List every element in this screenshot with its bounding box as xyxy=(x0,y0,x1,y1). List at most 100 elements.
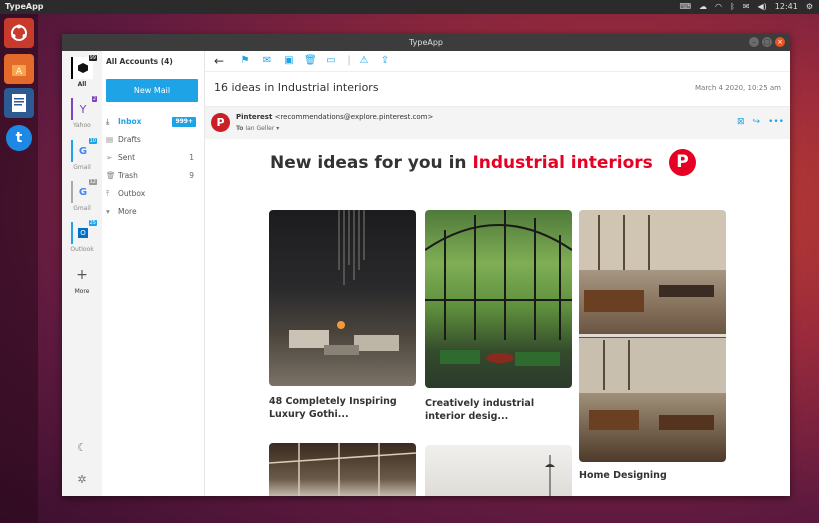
account-label: Gmail xyxy=(73,205,91,212)
sender-email: <recommendations@explore.pinterest.com> xyxy=(274,113,434,121)
headline-highlight-link[interactable]: Industrial interiors xyxy=(472,153,652,173)
message-date: March 4 2020, 10:25 am xyxy=(694,84,781,92)
outbox-icon: ⤒ xyxy=(106,189,110,198)
mail-icon[interactable]: ✉ xyxy=(743,0,750,14)
flag-icon[interactable]: ⚑ xyxy=(239,55,251,67)
account-badge: 99 xyxy=(88,55,97,61)
account-label: All xyxy=(77,81,87,88)
more-options-icon[interactable]: ••• xyxy=(768,117,784,127)
sender-line: Pinterest <recommendations@explore.pinte… xyxy=(236,113,433,121)
email-body: New ideas for you in Industrial interior… xyxy=(205,139,790,496)
minimize-button[interactable]: – xyxy=(749,37,759,47)
software-center-icon[interactable]: A xyxy=(4,54,34,84)
folder-label: Trash xyxy=(118,171,138,180)
folder-drafts[interactable]: ▤ Drafts xyxy=(106,132,198,148)
sent-icon: ➢ xyxy=(106,153,113,162)
pin-image-partial[interactable] xyxy=(269,443,416,496)
account-gmail-2[interactable]: G 12 Gmail xyxy=(62,179,102,212)
window-titlebar[interactable]: TypeApp – □ × xyxy=(62,34,790,51)
maximize-button[interactable]: □ xyxy=(762,37,772,47)
back-arrow-icon[interactable]: ← xyxy=(213,55,225,67)
account-yahoo[interactable]: Y 2 Yahoo xyxy=(62,96,102,129)
folder-label: Outbox xyxy=(118,189,146,198)
delete-icon[interactable]: 🗑 xyxy=(304,55,317,67)
fan-settings-icon: ✲ xyxy=(77,473,87,486)
outlook-icon: O xyxy=(78,228,88,238)
pin-image-partial[interactable] xyxy=(425,445,572,496)
sender-name: Pinterest xyxy=(236,113,273,121)
recipient-line[interactable]: To Ian Geller ▾ xyxy=(236,125,279,132)
image-toggle-icon[interactable]: ⊠ xyxy=(737,117,745,127)
chevron-down-icon: ▾ xyxy=(106,207,110,216)
typeapp-launcher-icon[interactable]: t xyxy=(4,123,34,153)
new-mail-button[interactable]: New Mail xyxy=(106,79,198,102)
spam-warning-icon[interactable]: ⚠ xyxy=(358,55,370,67)
to-label: To xyxy=(236,125,244,132)
inbox-icon: ⤓ xyxy=(106,117,110,126)
wifi-icon[interactable]: ◠ xyxy=(715,0,722,14)
folder-label: More xyxy=(118,207,137,216)
dark-mode-toggle[interactable]: ☾ xyxy=(62,441,102,454)
folder-label: Inbox xyxy=(118,117,142,126)
dropbox-icon[interactable]: ☁ xyxy=(699,0,707,14)
folder-label: Drafts xyxy=(118,135,141,144)
chevron-down-icon: ▾ xyxy=(276,125,280,132)
typeapp-window: TypeApp – □ × 99 All Y 2 Yahoo G 10 Gmai… xyxy=(62,34,790,496)
account-badge: 2 xyxy=(91,96,97,102)
google-icon: G xyxy=(78,186,88,198)
folder-inbox[interactable]: ⤓ Inbox 999+ xyxy=(106,114,198,130)
pinterest-logo-icon: P xyxy=(669,149,696,176)
folder-trash[interactable]: 🗑 Trash 9 xyxy=(106,168,198,184)
sender-avatar-pinterest-icon: P xyxy=(211,113,230,132)
clock[interactable]: 12:41 xyxy=(775,0,798,14)
yahoo-icon: Y xyxy=(79,102,87,116)
settings-button[interactable]: ✲ xyxy=(62,473,102,486)
folder-sent[interactable]: ➢ Sent 1 xyxy=(106,150,198,166)
message-toolbar: ← ⚑ ✉ ▣ 🗑 ▭ | ⚠ ⇪ xyxy=(205,51,790,72)
pin-image-glass-conservatory[interactable] xyxy=(425,210,572,388)
account-label: More xyxy=(74,288,90,295)
pin-image-loft-living[interactable] xyxy=(579,210,726,462)
pin-image-gothic-interior[interactable] xyxy=(269,210,416,386)
accounts-sidebar: 99 All Y 2 Yahoo G 10 Gmail G 12 Gmail O… xyxy=(62,51,103,496)
folder-panel-header: All Accounts (4) xyxy=(106,57,173,66)
move-folder-icon[interactable]: ▭ xyxy=(325,55,337,67)
pin-caption[interactable]: 48 Completely Inspiring Luxury Gothi... xyxy=(269,395,416,421)
trash-icon: 🗑 xyxy=(106,171,116,180)
folder-panel: All Accounts (4) New Mail ⤓ Inbox 999+ ▤ D… xyxy=(102,51,205,496)
sender-actions: ⊠ ↪ ••• xyxy=(737,117,784,127)
power-gear-icon[interactable]: ⚙ xyxy=(806,0,813,14)
account-gmail-1[interactable]: G 10 Gmail xyxy=(62,138,102,171)
pin-caption[interactable]: Home Designing xyxy=(579,469,726,482)
email-headline: New ideas for you in Industrial interior… xyxy=(270,153,653,173)
cube-icon xyxy=(78,63,88,73)
svg-text:A: A xyxy=(16,67,23,77)
volume-icon[interactable]: ◀) xyxy=(757,0,766,14)
account-outlook[interactable]: O 25 Outlook xyxy=(62,220,102,253)
drafts-icon: ▤ xyxy=(106,135,114,144)
account-label: Yahoo xyxy=(73,122,91,129)
folder-count: 999+ xyxy=(172,117,196,127)
account-all[interactable]: 99 All xyxy=(62,55,102,88)
writer-document-icon[interactable] xyxy=(4,88,34,118)
share-icon[interactable]: ⇪ xyxy=(379,55,391,67)
archive-icon[interactable]: ▣ xyxy=(283,55,295,67)
ubuntu-dash-icon[interactable] xyxy=(4,18,34,48)
account-badge: 10 xyxy=(88,138,97,144)
folder-outbox[interactable]: ⤒ Outbox xyxy=(106,186,198,202)
plus-icon: + xyxy=(76,267,88,283)
folder-more[interactable]: ▾ More xyxy=(106,204,198,220)
pin-caption[interactable]: Creatively industrial interior desig... xyxy=(425,397,572,423)
mark-read-icon[interactable]: ✉ xyxy=(261,55,273,67)
bluetooth-icon[interactable]: ᛒ xyxy=(730,0,735,14)
close-button[interactable]: × xyxy=(775,37,785,47)
forward-icon[interactable]: ↪ xyxy=(753,117,761,127)
window-title: TypeApp xyxy=(408,38,443,47)
moon-icon: ☾ xyxy=(77,441,87,454)
active-app-name: TypeApp xyxy=(5,2,44,11)
folder-count: 9 xyxy=(189,171,194,180)
account-label: Outlook xyxy=(70,246,94,253)
folder-count: 1 xyxy=(189,153,194,162)
add-account-button[interactable]: + More xyxy=(62,264,102,295)
keyboard-icon[interactable]: ⌨ xyxy=(679,0,691,14)
